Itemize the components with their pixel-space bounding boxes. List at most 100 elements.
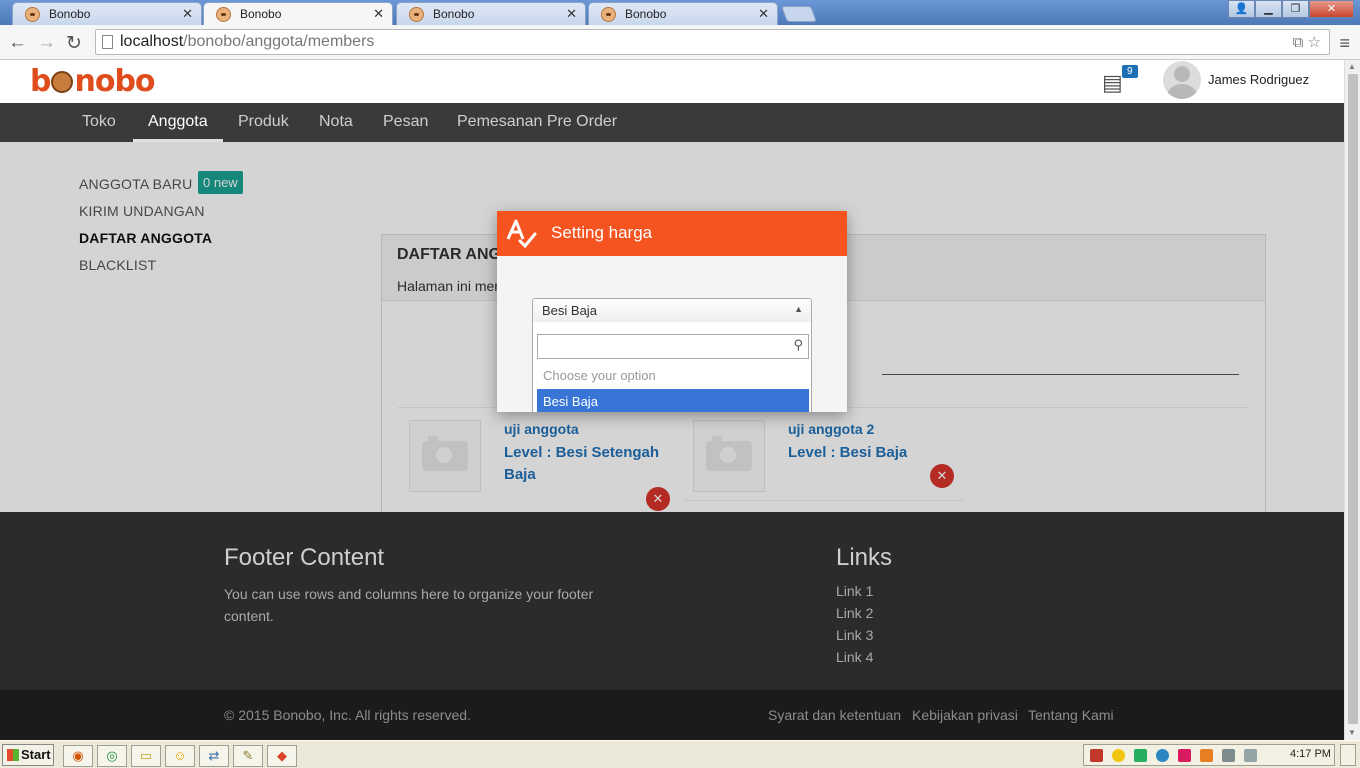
translate-icon[interactable]: ⧉ <box>1293 34 1304 51</box>
window-controls: 👤 ▁ ❐ ✕ <box>1228 0 1354 18</box>
tab-close-icon[interactable]: ✕ <box>182 6 193 22</box>
page-icon <box>102 35 113 49</box>
tab-title: Bonobo <box>49 7 91 21</box>
git-icon[interactable]: ◆ <box>267 745 297 767</box>
main-content: ANGGOTA BARU 0 new KIRIM UNDANGAN DAFTAR… <box>0 142 1344 594</box>
messenger-tray-icon[interactable] <box>1112 749 1125 762</box>
notepad-icon[interactable]: ✎ <box>233 745 263 767</box>
chat-icon[interactable]: ▤ <box>1102 70 1123 96</box>
level-select[interactable]: Besi Baja ▲ <box>532 298 812 323</box>
firefox-icon[interactable]: ◉ <box>63 745 93 767</box>
footer-link-4[interactable]: Link 4 <box>836 649 873 665</box>
select-dropdown: ⚲ Choose your option Besi Baja <box>532 322 812 412</box>
footer-link-3[interactable]: Link 3 <box>836 627 873 643</box>
notification-badge: 9 <box>1122 65 1138 78</box>
link-kebijakan-privasi[interactable]: Kebijakan privasi <box>912 707 1018 723</box>
address-host: localhost <box>120 33 184 50</box>
reload-icon[interactable]: ↻ <box>66 32 82 55</box>
bonobo-favicon-icon <box>25 7 40 22</box>
browser-menu-icon[interactable]: ≡ <box>1339 33 1350 54</box>
bonobo-favicon-icon <box>601 7 616 22</box>
dropdown-placeholder-option[interactable]: Choose your option <box>543 368 656 383</box>
select-value: Besi Baja <box>542 303 597 318</box>
footer-links-title: Links <box>836 544 893 571</box>
security-icon[interactable] <box>1090 749 1103 762</box>
chrome-icon[interactable]: ◎ <box>97 745 127 767</box>
close-window-button[interactable]: ✕ <box>1309 0 1354 18</box>
app-tray-icon[interactable] <box>1178 749 1191 762</box>
footer-link-1[interactable]: Link 1 <box>836 583 873 599</box>
user-profile-icon[interactable]: 👤 <box>1228 0 1255 18</box>
footer: Footer Content You can use rows and colu… <box>0 512 1344 690</box>
address-bar[interactable]: localhost/bonobo/anggota/members ⧉ ☆ <box>95 29 1330 55</box>
nav-item-toko[interactable]: Toko <box>82 113 116 131</box>
site-header: b nobo ▤ 9 James Rodriguez <box>0 60 1344 103</box>
xampp-tray-icon[interactable] <box>1200 749 1213 762</box>
tab-title: Bonobo <box>625 7 667 21</box>
new-tab-button[interactable] <box>781 6 817 22</box>
browser-tab[interactable]: Bonobo ✕ <box>12 2 202 25</box>
search-icon: ⚲ <box>793 337 803 352</box>
messenger-icon[interactable]: ☺ <box>165 745 195 767</box>
browser-toolbar: ← → ↻ localhost/bonobo/anggota/members ⧉… <box>0 25 1360 60</box>
dropdown-option-besi-baja[interactable]: Besi Baja <box>537 389 809 412</box>
minimize-button[interactable]: ▁ <box>1255 0 1282 18</box>
copyright-bar: © 2015 Bonobo, Inc. All rights reserved.… <box>0 690 1344 740</box>
dropdown-search-input[interactable]: ⚲ <box>537 334 809 359</box>
footer-content-text: You can use rows and columns here to org… <box>224 586 594 624</box>
scroll-up-icon[interactable]: ▲ <box>1348 62 1356 71</box>
scroll-down-icon[interactable]: ▼ <box>1348 728 1356 737</box>
avatar[interactable] <box>1163 61 1201 99</box>
footer-content-title: Footer Content <box>224 544 385 571</box>
restore-button[interactable]: ❐ <box>1282 0 1309 18</box>
scrollbar-thumb[interactable] <box>1348 74 1358 724</box>
modal-title: Setting harga <box>551 223 653 242</box>
nav-item-pesan[interactable]: Pesan <box>383 113 428 131</box>
browser-tab-bar: Bonobo ✕ Bonobo ✕ Bonobo ✕ Bonobo ✕ 👤 ▁ … <box>0 0 1360 26</box>
windows-logo-icon <box>7 749 19 761</box>
bonobo-favicon-icon <box>216 7 231 22</box>
tab-title: Bonobo <box>433 7 475 21</box>
link-syarat-dan-ketentuan[interactable]: Syarat dan ketentuan <box>768 707 901 723</box>
address-path: /bonobo/anggota/members <box>183 33 375 50</box>
copyright-text: © 2015 Bonobo, Inc. All rights reserved. <box>224 707 471 723</box>
setting-harga-modal: Setting harga Besi Baja ▲ ⚲ Choose your … <box>497 211 847 412</box>
network-tray-icon[interactable] <box>1134 749 1147 762</box>
tab-close-icon[interactable]: ✕ <box>566 6 577 22</box>
main-nav: Toko Anggota Produk Nota Pesan Pemesanan… <box>0 103 1344 142</box>
modal-header: Setting harga <box>497 211 847 256</box>
nav-item-pemesanan-pre-order[interactable]: Pemesanan Pre Order <box>457 113 617 131</box>
network-icon[interactable]: ⇄ <box>199 745 229 767</box>
clock: 4:17 PM <box>1290 748 1331 760</box>
footer-link-2[interactable]: Link 2 <box>836 605 873 621</box>
user-name[interactable]: James Rodriguez <box>1208 72 1309 87</box>
dropdown-arrow-icon[interactable]: ▲ <box>794 304 803 314</box>
bonobo-favicon-icon <box>409 7 424 22</box>
back-arrow-icon[interactable]: ← <box>8 32 27 54</box>
windows-taskbar: Start ◉ ◎ ▭ ☺ ⇄ ✎ ◆ 4:17 PM <box>0 740 1360 768</box>
bonobo-logo[interactable]: b nobo <box>30 64 156 99</box>
link-tentang-kami[interactable]: Tentang Kami <box>1028 707 1114 723</box>
start-button[interactable]: Start <box>2 744 54 766</box>
web-page: b nobo ▤ 9 James Rodriguez Toko Anggota P… <box>0 60 1344 740</box>
nav-item-anggota[interactable]: Anggota <box>148 113 208 131</box>
update-tray-icon[interactable] <box>1156 749 1169 762</box>
page-scrollbar[interactable]: ▲ ▼ <box>1344 60 1360 740</box>
browser-tab-active[interactable]: Bonobo ✕ <box>203 2 393 26</box>
tab-close-icon[interactable]: ✕ <box>373 6 384 22</box>
tab-title: Bonobo <box>240 7 282 21</box>
show-desktop-button[interactable] <box>1340 744 1356 766</box>
start-label: Start <box>21 747 51 762</box>
connection-tray-icon[interactable] <box>1222 749 1235 762</box>
browser-tab[interactable]: Bonobo ✕ <box>588 2 778 25</box>
browser-tab[interactable]: Bonobo ✕ <box>396 2 586 25</box>
spellcheck-logo-icon <box>506 219 537 249</box>
bookmark-star-icon[interactable]: ☆ <box>1308 34 1321 51</box>
nav-item-produk[interactable]: Produk <box>238 113 289 131</box>
tab-close-icon[interactable]: ✕ <box>758 6 769 22</box>
folder-icon[interactable]: ▭ <box>131 745 161 767</box>
volume-icon[interactable] <box>1244 749 1257 762</box>
nav-item-nota[interactable]: Nota <box>319 113 353 131</box>
forward-arrow-icon[interactable]: → <box>37 32 56 54</box>
monkey-logo-icon <box>51 71 74 93</box>
